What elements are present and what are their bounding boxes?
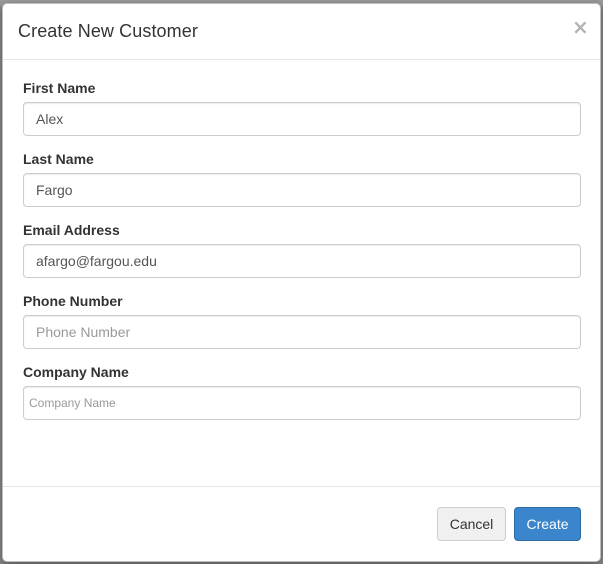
create-button[interactable]: Create bbox=[514, 507, 581, 541]
phone-label: Phone Number bbox=[23, 293, 123, 309]
modal-header: Create New Customer × bbox=[3, 4, 600, 60]
cancel-button[interactable]: Cancel bbox=[437, 507, 506, 541]
create-customer-modal: Create New Customer × First Name Last Na… bbox=[2, 3, 601, 562]
company-group: Company Name bbox=[23, 364, 581, 420]
last-name-group: Last Name bbox=[23, 151, 581, 207]
close-icon[interactable]: × bbox=[572, 17, 589, 37]
phone-group: Phone Number bbox=[23, 293, 581, 349]
modal-body: First Name Last Name Email Address Phone… bbox=[3, 60, 600, 420]
email-label: Email Address bbox=[23, 222, 120, 238]
last-name-label: Last Name bbox=[23, 151, 94, 167]
first-name-input[interactable] bbox=[23, 102, 581, 136]
modal-title: Create New Customer bbox=[18, 21, 198, 41]
phone-input[interactable] bbox=[23, 315, 581, 349]
email-group: Email Address bbox=[23, 222, 581, 278]
last-name-input[interactable] bbox=[23, 173, 581, 207]
first-name-label: First Name bbox=[23, 80, 96, 96]
company-input[interactable] bbox=[23, 386, 581, 420]
company-label: Company Name bbox=[23, 364, 129, 380]
email-input[interactable] bbox=[23, 244, 581, 278]
modal-footer: Cancel Create bbox=[3, 486, 600, 561]
first-name-group: First Name bbox=[23, 80, 581, 136]
